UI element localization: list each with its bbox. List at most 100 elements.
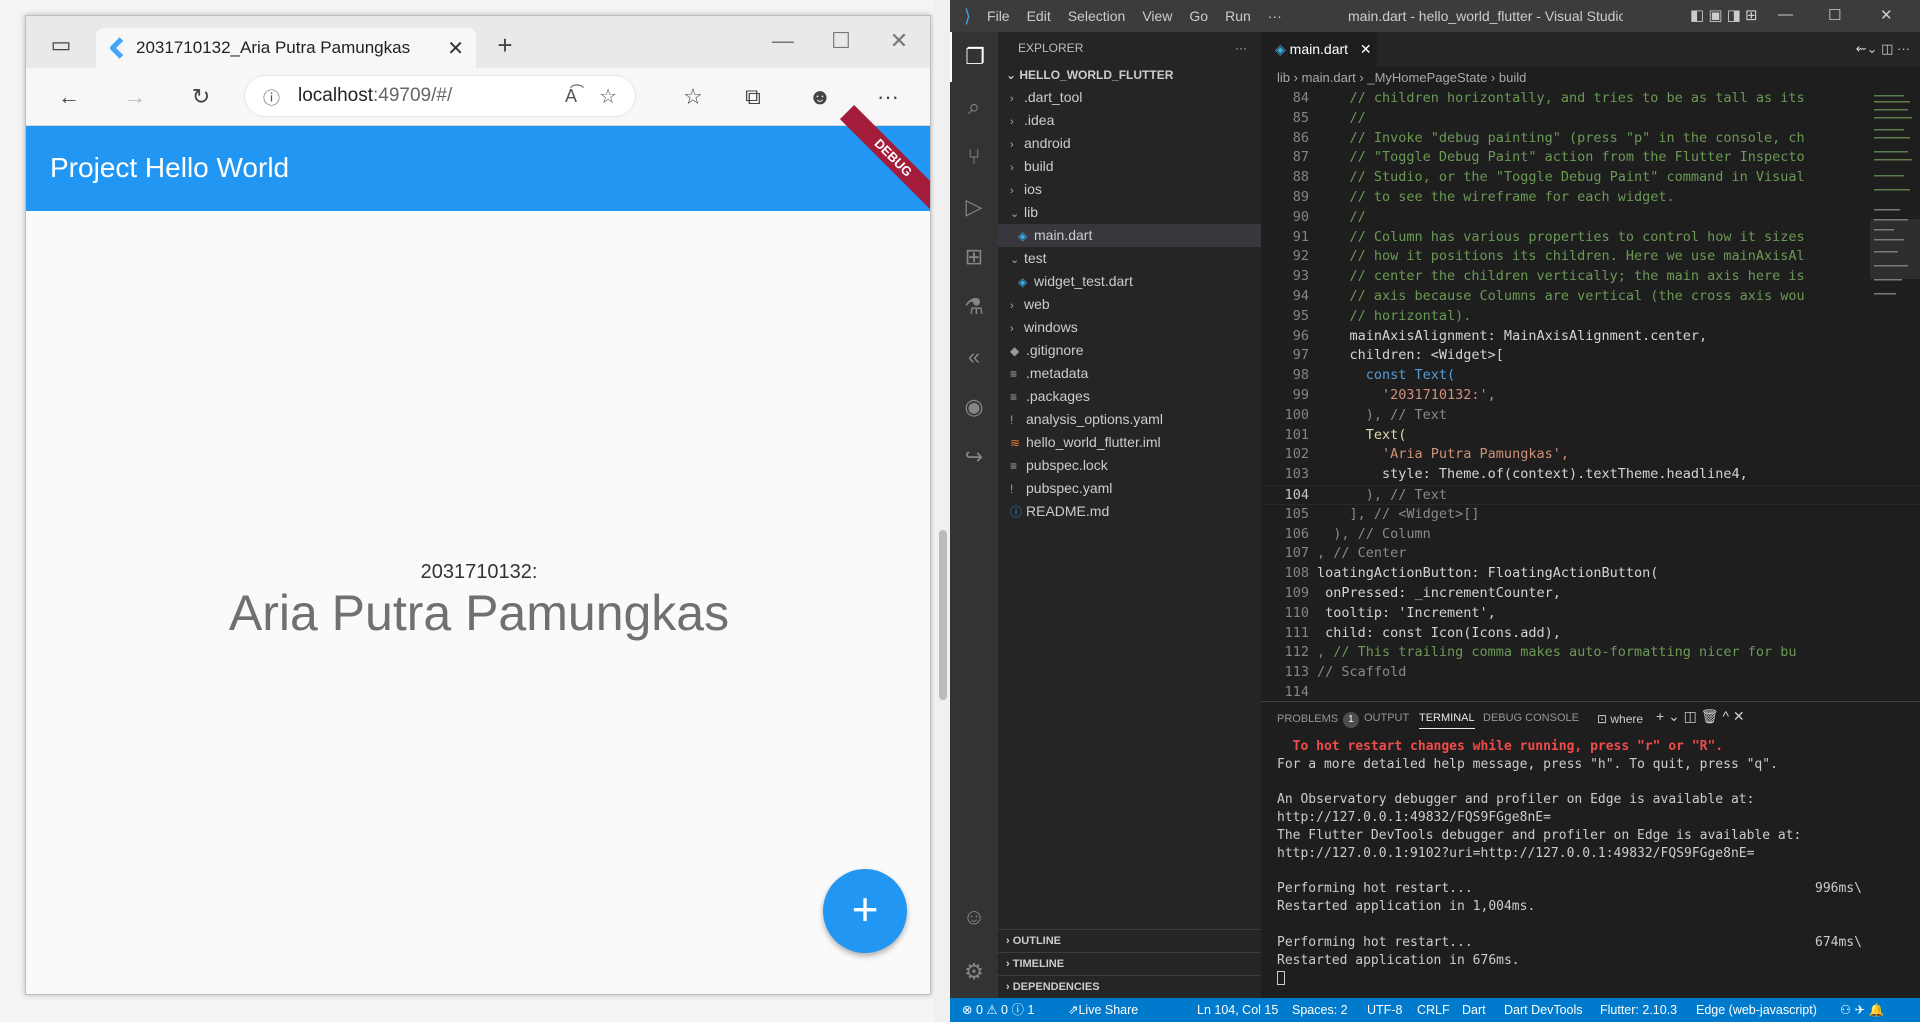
tree-item[interactable]: ◈ main.dart — [998, 224, 1261, 247]
terminal-shell-selector[interactable]: ⊡ where — [1597, 712, 1643, 726]
maximize-button[interactable]: ☐ — [1828, 6, 1841, 24]
tree-item[interactable]: › .dart_tool — [998, 86, 1261, 109]
breadcrumb-item[interactable]: _MyHomePageState — [1367, 70, 1487, 85]
terminal-line: For a more detailed help message, press … — [1277, 756, 1778, 772]
forward-arrow-icon[interactable]: → — [118, 82, 152, 112]
address-bar[interactable]: ⓘ localhost :49709/#/ A͡ ☆ — [244, 75, 636, 117]
timeline-section[interactable]: › TIMELINE — [998, 952, 1261, 974]
favorites-icon[interactable]: ☆ — [676, 82, 710, 112]
tree-item[interactable]: › android — [998, 132, 1261, 155]
settings-gear-icon[interactable]: ⚙ — [950, 947, 998, 997]
site-info-icon[interactable]: ⓘ — [263, 84, 280, 109]
tab-terminal[interactable]: TERMINAL — [1419, 712, 1475, 729]
terminal-output[interactable]: To hot restart changes while running, pr… — [1261, 734, 1920, 987]
tab-close-icon[interactable]: ✕ — [447, 36, 464, 61]
new-tab-button[interactable]: + — [488, 30, 522, 60]
collections-icon[interactable]: ⧉ — [736, 82, 770, 112]
add-favorite-icon[interactable]: ☆ — [599, 84, 617, 109]
tab-output[interactable]: OUTPUT — [1364, 712, 1409, 724]
search-icon[interactable]: ⌕ — [950, 82, 998, 132]
menu-item[interactable]: Run — [1225, 8, 1251, 24]
tree-item[interactable]: ≡ .metadata — [998, 362, 1261, 385]
github-icon[interactable]: ◉ — [950, 382, 998, 432]
tree-item[interactable]: ≡ .packages — [998, 385, 1261, 408]
tree-item[interactable]: ⌄ test — [998, 247, 1261, 270]
minimize-button[interactable]: — — [1778, 6, 1793, 23]
line-number: 98 — [1292, 367, 1309, 384]
tree-item[interactable]: › .idea — [998, 109, 1261, 132]
status-dart-devtools[interactable]: Dart DevTools — [1504, 998, 1583, 1022]
back-arrow-icon[interactable]: ← — [52, 82, 86, 112]
tab-close-icon[interactable]: ✕ — [1360, 41, 1372, 57]
tree-item[interactable]: ◈ widget_test.dart — [998, 270, 1261, 293]
increment-fab-button[interactable]: + — [823, 869, 907, 953]
tree-item[interactable]: ≡ pubspec.lock — [998, 454, 1261, 477]
accounts-icon[interactable]: ☺ — [950, 892, 998, 942]
maximize-button[interactable]: ☐ — [824, 26, 858, 56]
status-device[interactable]: Edge (web-javascript) — [1696, 998, 1817, 1022]
tree-item[interactable]: ! analysis_options.yaml — [998, 408, 1261, 431]
explorer-icon[interactable]: ❐ — [950, 32, 998, 82]
status-problems[interactable]: ⊗ 0 ⚠ 0 ⓘ 1 — [962, 998, 1034, 1022]
scrollbar-thumb[interactable] — [939, 530, 947, 700]
menu-item[interactable]: Selection — [1068, 8, 1126, 24]
more-actions-icon[interactable]: ··· — [1235, 32, 1247, 64]
status-flutter-version[interactable]: Flutter: 2.10.3 — [1600, 998, 1677, 1022]
tree-item[interactable]: ! pubspec.yaml — [998, 477, 1261, 500]
tree-item[interactable]: ≋ hello_world_flutter.iml — [998, 431, 1261, 454]
minimap[interactable] — [1870, 89, 1920, 329]
breadcrumb-item[interactable]: build — [1499, 70, 1526, 85]
close-window-button[interactable]: ✕ — [1880, 6, 1893, 24]
tree-item[interactable]: ⓘ README.md — [998, 500, 1261, 523]
minimize-button[interactable]: — — [766, 26, 800, 56]
testing-icon[interactable]: ⚗ — [950, 282, 998, 332]
source-control-icon[interactable]: ⑂ — [950, 132, 998, 182]
status-language[interactable]: Dart — [1462, 998, 1486, 1022]
status-cursor-position[interactable]: Ln 104, Col 15 — [1197, 998, 1278, 1022]
refresh-icon[interactable]: ↻ — [184, 82, 218, 112]
layout-toggle-icon[interactable]: ◧ ▣ ◨ ⊞ — [1690, 6, 1758, 24]
status-eol[interactable]: CRLF — [1417, 998, 1450, 1022]
tab-problems[interactable]: PROBLEMS 1 — [1277, 712, 1359, 728]
line-number: 103 — [1284, 466, 1309, 483]
tree-item[interactable]: › ios — [998, 178, 1261, 201]
tree-item[interactable]: ◆ .gitignore — [998, 339, 1261, 362]
read-aloud-icon[interactable]: A͡ — [565, 86, 577, 107]
run-debug-icon[interactable]: ▷ — [950, 182, 998, 232]
editor-tab-main-dart[interactable]: ◈ main.dart ✕ — [1261, 32, 1377, 67]
student-id-text: 2031710132: — [420, 561, 538, 583]
tab-actions-icon[interactable]: ▭ — [44, 30, 78, 60]
outline-section[interactable]: › OUTLINE — [998, 929, 1261, 951]
tab-debug-console[interactable]: DEBUG CONSOLE — [1483, 712, 1579, 724]
menu-item[interactable]: Edit — [1027, 8, 1051, 24]
desktop-scrollbar[interactable] — [934, 0, 950, 1022]
status-notifications-icon[interactable]: ⚇ ✈ 🔔 — [1840, 998, 1884, 1022]
profile-avatar[interactable]: ☻ — [803, 82, 837, 112]
extensions-icon[interactable]: ⊞ — [950, 232, 998, 282]
menu-item[interactable]: File — [987, 8, 1010, 24]
live-share-icon[interactable]: ↪ — [950, 432, 998, 482]
menu-item[interactable]: Go — [1189, 8, 1208, 24]
flutter-icon[interactable]: « — [950, 332, 998, 382]
tree-item[interactable]: › build — [998, 155, 1261, 178]
editor-actions[interactable]: ⇜⌄ ◫ ··· — [1856, 41, 1910, 57]
menu-item[interactable]: View — [1142, 8, 1172, 24]
code-editor[interactable]: 84 // children horizontally, and tries t… — [1261, 89, 1920, 701]
breadcrumb-item[interactable]: lib — [1277, 70, 1290, 85]
breadcrumb-item[interactable]: main.dart — [1302, 70, 1356, 85]
menu-item[interactable]: ··· — [1268, 8, 1282, 24]
status-encoding[interactable]: UTF-8 — [1367, 998, 1402, 1022]
panel-actions[interactable]: + ⌄ ◫ 🗑 ^ ✕ — [1656, 708, 1745, 725]
tree-item[interactable]: › web — [998, 293, 1261, 316]
close-window-button[interactable]: ✕ — [882, 26, 916, 56]
status-live-share[interactable]: ⇗ Live Share — [1068, 998, 1138, 1022]
tree-item[interactable]: ⌄ lib — [998, 201, 1261, 224]
browser-tab[interactable]: 2031710132_Aria Putra Pamungkas ✕ — [96, 28, 476, 68]
code-text: ), // Text — [1317, 406, 1448, 423]
workspace-root[interactable]: ⌄ HELLO_WORLD_FLUTTER — [998, 64, 1261, 86]
more-menu-icon[interactable]: ··· — [871, 82, 905, 112]
line-number: 111 — [1284, 624, 1309, 641]
dependencies-section[interactable]: › DEPENDENCIES — [998, 975, 1261, 997]
tree-item[interactable]: › windows — [998, 316, 1261, 339]
status-indentation[interactable]: Spaces: 2 — [1292, 998, 1348, 1022]
